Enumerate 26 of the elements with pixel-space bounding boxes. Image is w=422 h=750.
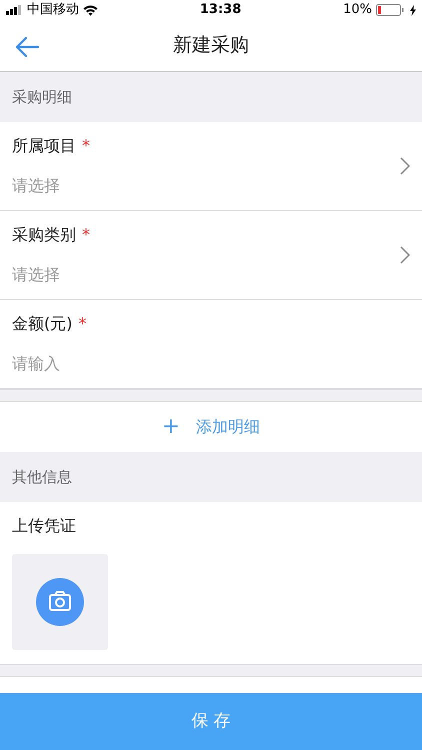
chevron-right-icon — [400, 157, 410, 175]
carrier-name: 中国移动 — [27, 1, 79, 20]
field-label: 所属项目 — [12, 135, 76, 157]
camera-icon — [36, 578, 84, 626]
charging-icon — [410, 4, 416, 16]
battery-icon — [376, 4, 406, 16]
time-text: 13:38 — [198, 1, 242, 20]
field-label: 金额(元) — [12, 313, 72, 335]
required-mark: * — [82, 135, 90, 157]
battery-percent: 10% — [343, 1, 372, 20]
wifi-icon — [83, 4, 98, 16]
upload-label: 上传凭证 — [12, 515, 77, 537]
select-field[interactable]: 请选择 — [12, 263, 400, 287]
section-title: 采购明细 — [12, 86, 72, 108]
chevron-right-icon — [400, 246, 410, 264]
required-mark: * — [78, 313, 86, 335]
required-mark: * — [82, 224, 90, 246]
page-title: 新建采购 — [173, 34, 249, 57]
input-field[interactable]: 请输入 — [12, 352, 410, 376]
field-label: 采购类别 — [12, 224, 76, 246]
select-field[interactable]: 请选择 — [12, 174, 400, 198]
section-title: 其他信息 — [12, 466, 72, 488]
photo-upload-button[interactable] — [12, 554, 108, 650]
signal-icon — [6, 5, 23, 15]
plus-icon: + — [162, 410, 180, 444]
save-button[interactable]: 保 存 — [0, 693, 422, 750]
